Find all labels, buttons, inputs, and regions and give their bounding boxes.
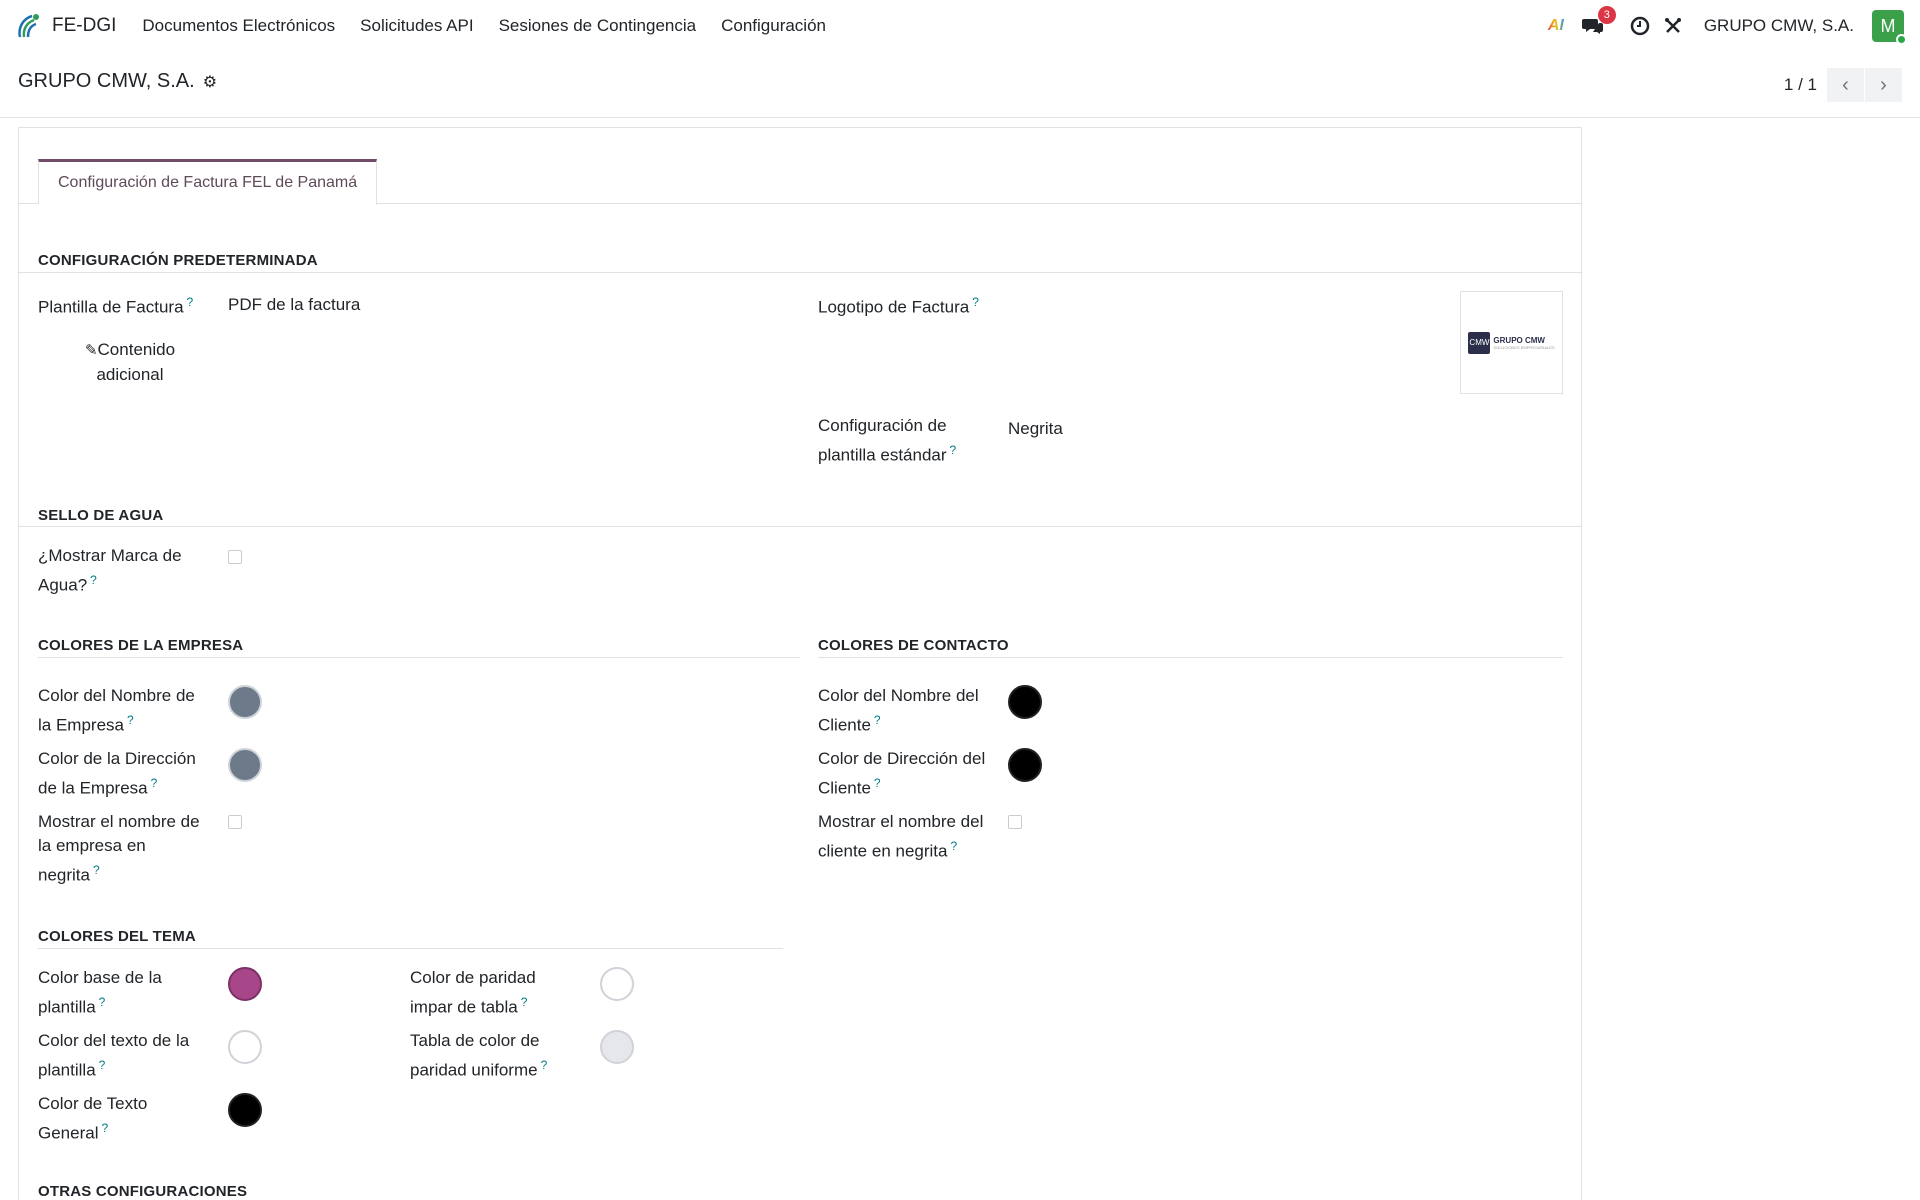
menu-item-sesiones[interactable]: Sesiones de Contingencia <box>499 16 697 36</box>
show-watermark-checkbox[interactable] <box>228 550 242 564</box>
help-icon[interactable]: ? <box>874 776 881 790</box>
app-logo-icon <box>18 14 39 38</box>
help-icon[interactable]: ? <box>541 1058 548 1072</box>
invoice-logo-label: Logotipo de Factura? <box>818 295 979 317</box>
standard-template-label: Configuración de plantilla estándar? <box>818 416 957 465</box>
general-text-color-swatch[interactable] <box>228 1093 262 1127</box>
section-separator <box>38 657 800 658</box>
help-icon[interactable]: ? <box>874 713 881 727</box>
section-title-contact-colors: COLORES DE CONTACTO <box>818 637 1009 654</box>
company-name-bold-checkbox[interactable] <box>228 815 242 829</box>
section-separator <box>19 526 1582 527</box>
client-address-color-label: Color de Dirección del Cliente? <box>818 749 986 798</box>
app-brand[interactable]: FE-DGI <box>14 11 116 41</box>
section-title-other: OTRAS CONFIGURACIONES <box>38 1183 248 1200</box>
additional-content-button[interactable]: ✎Contenido adicional <box>75 338 185 387</box>
help-icon[interactable]: ? <box>950 839 957 853</box>
help-icon[interactable]: ? <box>950 443 957 457</box>
help-icon[interactable]: ? <box>90 573 97 587</box>
app-name: FE-DGI <box>52 15 117 36</box>
top-navbar: FE-DGI Documentos Electrónicos Solicitud… <box>0 0 1920 52</box>
menu-item-configuracion[interactable]: Configuración <box>721 16 826 36</box>
template-base-color-label: Color base de la plantilla? <box>38 968 162 1017</box>
section-title-theme-colors: COLORES DEL TEMA <box>38 928 196 945</box>
odd-table-color-label: Color de paridad impar de tabla? <box>410 968 536 1017</box>
template-text-color-swatch[interactable] <box>228 1030 262 1064</box>
general-text-color-label: Color de Texto General? <box>38 1094 148 1143</box>
show-watermark-label: ¿Mostrar Marca de Agua?? <box>38 546 182 595</box>
even-table-color-swatch[interactable] <box>600 1030 634 1064</box>
logo-subtitle: SOLUCIONES EMPRESARIALES <box>1493 344 1555 350</box>
help-icon[interactable]: ? <box>151 776 158 790</box>
even-table-color-label: Tabla de color de paridad uniforme? <box>410 1031 548 1080</box>
template-base-color-swatch[interactable] <box>228 967 262 1001</box>
section-separator <box>19 272 1582 273</box>
standard-template-value[interactable]: Negrita <box>1008 419 1063 439</box>
menu-item-solicitudes[interactable]: Solicitudes API <box>360 16 473 36</box>
gear-icon[interactable]: ⚙ <box>203 72 217 92</box>
client-name-bold-checkbox[interactable] <box>1008 815 1022 829</box>
online-status-dot <box>1896 34 1907 45</box>
invoice-template-label: Plantilla de Factura? <box>38 295 194 317</box>
help-icon[interactable]: ? <box>93 863 100 877</box>
help-icon[interactable]: ? <box>972 295 979 309</box>
main-menu: Documentos Electrónicos Solicitudes API … <box>142 16 851 36</box>
menu-item-documentos[interactable]: Documentos Electrónicos <box>142 16 335 36</box>
pager-previous-button[interactable]: ‹ <box>1827 68 1864 102</box>
client-name-color-label: Color del Nombre del Cliente? <box>818 686 979 735</box>
page-title: GRUPO CMW, S.A. <box>18 70 195 92</box>
pager: 1 / 1 ‹ › <box>1784 68 1902 102</box>
ai-icon[interactable]: AI <box>1548 17 1564 35</box>
avatar-letter: M <box>1880 15 1896 36</box>
messages-icon[interactable]: 3 <box>1581 6 1616 36</box>
activity-clock-icon[interactable] <box>1630 16 1650 36</box>
section-separator <box>818 657 1563 658</box>
section-title-default-config: CONFIGURACIÓN PREDETERMINADA <box>38 252 318 269</box>
notebook-tabs: Configuración de Factura FEL de Panamá <box>19 128 1581 205</box>
systray: AI 3 GRUPO CMW, S.A. M <box>1532 0 1907 52</box>
logo-mark: CMW <box>1468 331 1491 354</box>
edit-icon: ✎ <box>84 342 98 359</box>
invoice-template-value[interactable]: PDF de la factura <box>228 295 360 315</box>
company-name-bold-label: Mostrar el nombre de la empresa en negrita… <box>38 812 200 885</box>
company-name-color-label: Color del Nombre de la Empresa? <box>38 686 195 735</box>
help-icon[interactable]: ? <box>101 1121 108 1135</box>
section-title-watermark: SELLO DE AGUA <box>38 507 164 524</box>
company-address-color-swatch[interactable] <box>228 748 262 782</box>
company-name-color-swatch[interactable] <box>228 685 262 719</box>
control-panel: GRUPO CMW, S.A. ⚙ 1 / 1 ‹ › <box>0 52 1920 118</box>
tab-fel-config[interactable]: Configuración de Factura FEL de Panamá <box>38 159 378 205</box>
client-name-color-swatch[interactable] <box>1008 685 1042 719</box>
chevron-right-icon: › <box>1880 73 1887 96</box>
help-icon[interactable]: ? <box>521 995 528 1009</box>
company-address-color-label: Color de la Dirección de la Empresa? <box>38 749 196 798</box>
logo-text: GRUPO CMW <box>1493 335 1545 345</box>
messages-badge: 3 <box>1597 6 1616 24</box>
odd-table-color-swatch[interactable] <box>600 967 634 1001</box>
help-icon[interactable]: ? <box>187 295 194 309</box>
section-separator <box>38 948 783 949</box>
pager-value[interactable]: 1 / 1 <box>1784 75 1817 95</box>
help-icon[interactable]: ? <box>127 713 134 727</box>
help-icon[interactable]: ? <box>99 995 106 1009</box>
pager-next-button[interactable]: › <box>1865 68 1902 102</box>
template-text-color-label: Color del texto de la plantilla? <box>38 1031 190 1080</box>
debug-tools-icon[interactable] <box>1664 17 1682 35</box>
breadcrumb: GRUPO CMW, S.A. ⚙ <box>18 70 217 93</box>
user-avatar[interactable]: M <box>1872 10 1907 45</box>
help-icon[interactable]: ? <box>99 1058 106 1072</box>
form-sheet: Configuración de Factura FEL de Panamá C… <box>18 127 1582 1200</box>
client-name-bold-label: Mostrar el nombre del cliente en negrita? <box>818 812 984 861</box>
invoice-logo-image[interactable]: CMW GRUPO CMW SOLUCIONES EMPRESARIALES <box>1460 291 1563 394</box>
section-title-company-colors: COLORES DE LA EMPRESA <box>38 637 244 654</box>
chevron-left-icon: ‹ <box>1842 73 1849 96</box>
client-address-color-swatch[interactable] <box>1008 748 1042 782</box>
company-switcher[interactable]: GRUPO CMW, S.A. <box>1704 16 1854 36</box>
